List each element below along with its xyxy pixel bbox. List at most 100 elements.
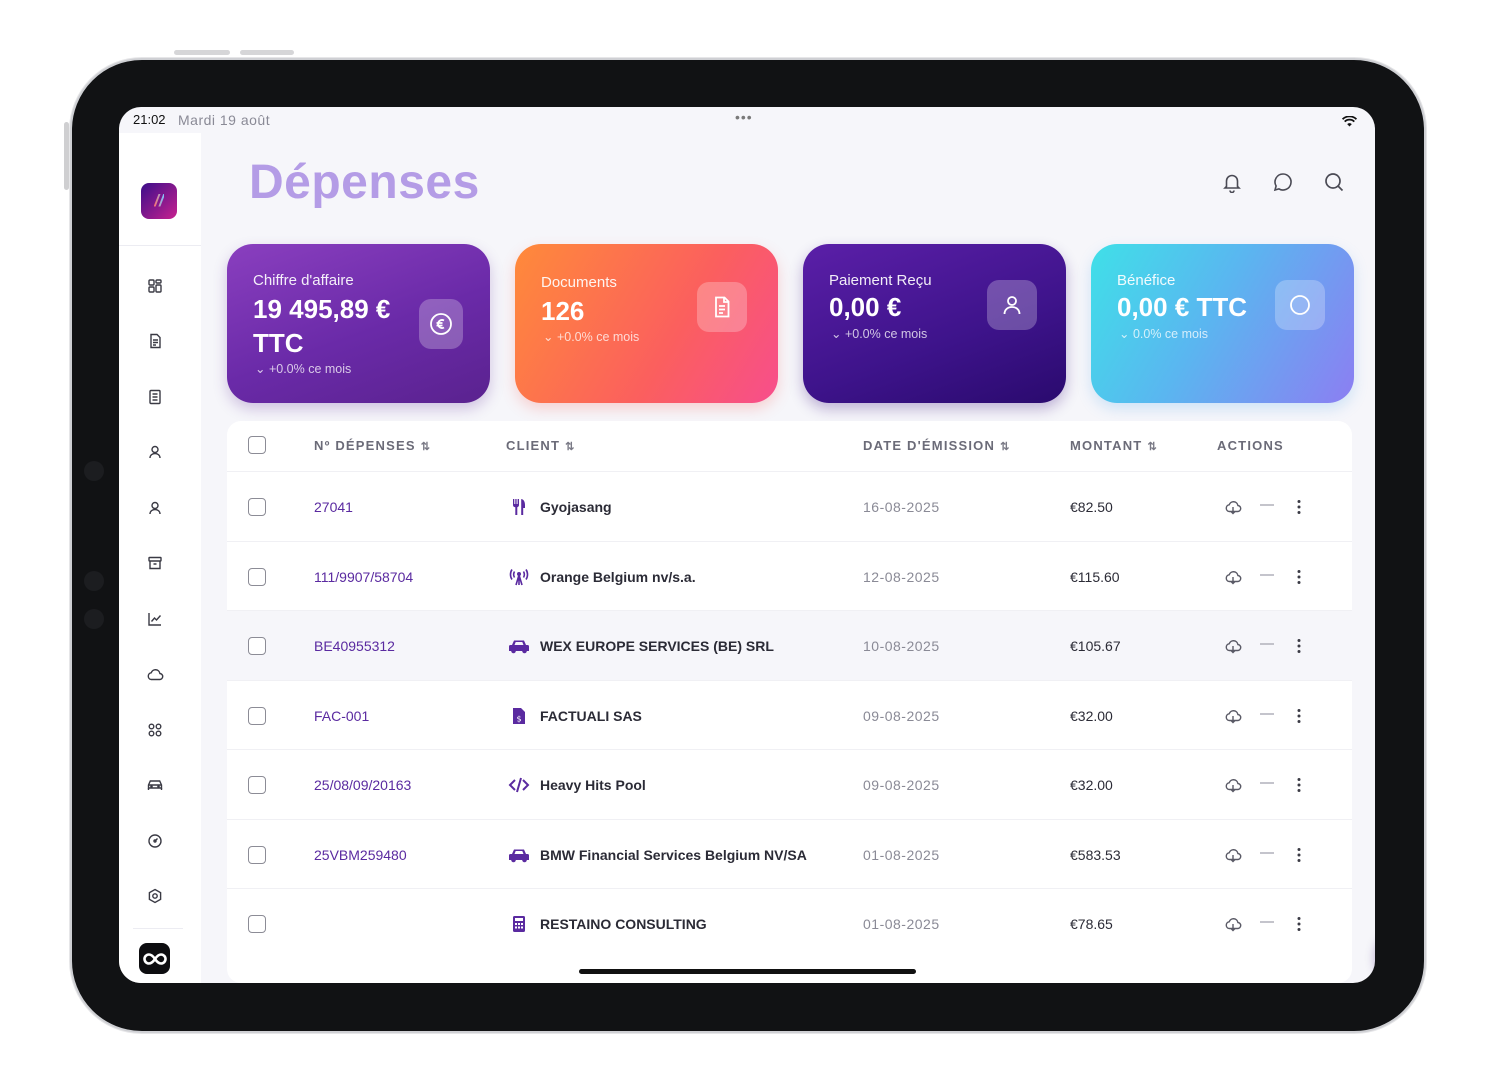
table-row[interactable]: FAC-001 $ FACTUALI SAS 09-08-2025 €32.00 bbox=[227, 679, 1352, 750]
row-checkbox[interactable] bbox=[248, 776, 266, 794]
search-icon[interactable] bbox=[1320, 168, 1348, 196]
amount: €105.67 bbox=[1070, 638, 1121, 654]
table-row[interactable]: 27041 Gyojasang 16-08-2025 €82.50 bbox=[227, 471, 1352, 541]
status-time: 21:02 bbox=[133, 112, 166, 127]
expense-number[interactable]: 111/9907/58704 bbox=[314, 569, 413, 585]
cloud-download-icon[interactable] bbox=[1223, 636, 1243, 656]
archive-icon[interactable] bbox=[143, 551, 167, 575]
list-document-icon[interactable] bbox=[143, 385, 167, 409]
card-label: Bénéfice bbox=[1117, 272, 1176, 289]
camera-dot-3 bbox=[84, 609, 104, 629]
row-checkbox[interactable] bbox=[248, 637, 266, 655]
card-trend: ⌄ +0.0% ce mois bbox=[543, 330, 640, 344]
dashboard-icon[interactable] bbox=[143, 274, 167, 298]
issue-date: 12-08-2025 bbox=[863, 568, 940, 585]
expense-number[interactable]: 25VBM259480 bbox=[314, 847, 407, 863]
card-value: 19 495,89 € bbox=[253, 294, 391, 324]
issue-date: 16-08-2025 bbox=[863, 499, 940, 515]
header-number[interactable]: Nº DÉPENSES ⇅ bbox=[314, 438, 431, 453]
multitask-dots-icon[interactable]: ••• bbox=[735, 109, 753, 125]
card-revenue[interactable]: Chiffre d'affaire 19 495,89 € TTC ⌄ +0.0… bbox=[227, 244, 490, 403]
card-trend-text: +0.0% ce mois bbox=[268, 362, 352, 376]
header-amount[interactable]: MONTANT ⇅ bbox=[1070, 438, 1158, 453]
sort-icon[interactable]: ⇅ bbox=[421, 441, 431, 453]
status-date: Mardi 19 août bbox=[178, 112, 271, 128]
card-label: Paiement Reçu bbox=[829, 272, 932, 289]
infinity-logo-icon[interactable] bbox=[139, 943, 170, 974]
device-side-button bbox=[64, 122, 69, 190]
table-row[interactable]: RESTAINO CONSULTING 01-08-2025 €78.65 bbox=[227, 888, 1352, 958]
cloud-download-icon[interactable] bbox=[1223, 567, 1243, 587]
more-options-icon[interactable] bbox=[1289, 706, 1309, 726]
apps-icon[interactable] bbox=[143, 718, 167, 742]
chat-icon[interactable] bbox=[1269, 168, 1297, 196]
cloud-download-icon[interactable] bbox=[1223, 775, 1243, 795]
screen: 21:02 Mardi 19 août ••• // Dépenses Chif… bbox=[119, 107, 1375, 983]
table-row[interactable]: BE40955312 WEX EUROPE SERVICES (BE) SRL 10… bbox=[227, 610, 1352, 680]
dash-icon bbox=[1257, 495, 1277, 515]
svg-text:$: $ bbox=[516, 714, 521, 723]
more-options-icon[interactable] bbox=[1289, 914, 1309, 934]
more-options-icon[interactable] bbox=[1289, 845, 1309, 865]
expense-number[interactable]: BE40955312 bbox=[314, 638, 395, 654]
table-header: Nº DÉPENSES ⇅ CLIENT ⇅ DATE D'ÉMISSION ⇅ MO… bbox=[227, 421, 1352, 471]
document-icon[interactable] bbox=[143, 329, 167, 353]
cloud-download-icon[interactable] bbox=[1223, 845, 1243, 865]
row-checkbox[interactable] bbox=[248, 915, 266, 933]
expense-number[interactable]: FAC-001 bbox=[314, 708, 369, 724]
select-all-checkbox[interactable] bbox=[248, 436, 266, 454]
home-indicator[interactable] bbox=[579, 969, 916, 974]
header-number-label: Nº DÉPENSES bbox=[314, 438, 416, 453]
amount: €115.60 bbox=[1070, 568, 1120, 585]
row-checkbox[interactable] bbox=[248, 706, 266, 725]
table-row[interactable]: 25/08/09/20163 Heavy Hits Pool 09-08-2025 €… bbox=[227, 749, 1352, 819]
client-name: Orange Belgium nv/s.a. bbox=[540, 568, 696, 585]
bell-icon[interactable] bbox=[1218, 168, 1246, 196]
chart-icon[interactable] bbox=[143, 607, 167, 631]
antenna-icon bbox=[508, 566, 530, 588]
wifi-icon bbox=[1341, 115, 1358, 130]
calculator-icon bbox=[508, 913, 530, 935]
more-options-icon[interactable] bbox=[1289, 497, 1309, 517]
app-logo[interactable]: // bbox=[141, 183, 177, 219]
card-trend-text: 0.0% ce mois bbox=[1132, 327, 1208, 341]
circle-icon bbox=[1275, 280, 1325, 330]
more-options-icon[interactable] bbox=[1289, 775, 1309, 795]
row-checkbox[interactable] bbox=[248, 498, 266, 516]
cloud-download-icon[interactable] bbox=[1223, 497, 1243, 517]
device-top-button-2 bbox=[240, 50, 294, 55]
sort-icon[interactable]: ⇅ bbox=[1147, 441, 1157, 453]
dash-icon bbox=[1257, 634, 1277, 654]
settings-icon[interactable] bbox=[143, 884, 167, 908]
cloud-icon[interactable] bbox=[143, 662, 167, 686]
cloud-download-icon[interactable] bbox=[1223, 706, 1243, 726]
card-label: Documents bbox=[541, 274, 617, 291]
expense-number[interactable]: 25/08/09/20163 bbox=[314, 777, 411, 793]
car-icon[interactable] bbox=[143, 773, 167, 797]
expense-number[interactable]: 27041 bbox=[314, 499, 353, 515]
user-icon[interactable] bbox=[143, 440, 167, 464]
amount: €82.50 bbox=[1070, 499, 1113, 515]
card-label: Chiffre d'affaire bbox=[253, 272, 354, 289]
card-value: 126 bbox=[541, 296, 585, 326]
card-profit[interactable]: Bénéfice 0,00 € TTC ⌄ 0.0% ce mois bbox=[1091, 244, 1354, 403]
table-row[interactable]: 111/9907/58704 Orange Belgium nv/s.a. 12-0… bbox=[227, 540, 1352, 611]
sort-icon[interactable]: ⇅ bbox=[1000, 441, 1010, 453]
card-payment[interactable]: Paiement Reçu 0,00 € ⌄ +0.0% ce mois bbox=[803, 244, 1066, 403]
cloud-download-icon[interactable] bbox=[1223, 914, 1243, 934]
sidebar-divider bbox=[119, 245, 201, 246]
gauge-icon[interactable] bbox=[143, 829, 167, 853]
more-options-icon[interactable] bbox=[1289, 636, 1309, 656]
user-alt-icon[interactable] bbox=[143, 496, 167, 520]
header-client[interactable]: CLIENT ⇅ bbox=[506, 438, 576, 453]
card-documents[interactable]: Documents 126 ⌄ +0.0% ce mois bbox=[515, 244, 778, 403]
card-value-suffix: TTC bbox=[253, 328, 304, 358]
row-checkbox[interactable] bbox=[248, 845, 266, 864]
header-date[interactable]: DATE D'ÉMISSION ⇅ bbox=[863, 438, 1011, 453]
more-options-icon[interactable] bbox=[1289, 567, 1309, 587]
header-client-label: CLIENT bbox=[506, 438, 561, 453]
dash-icon bbox=[1257, 912, 1277, 932]
sort-icon[interactable]: ⇅ bbox=[565, 441, 575, 453]
row-checkbox[interactable] bbox=[248, 567, 266, 586]
table-row[interactable]: 25VBM259480 BMW Financial Services Belgiu… bbox=[227, 818, 1352, 889]
